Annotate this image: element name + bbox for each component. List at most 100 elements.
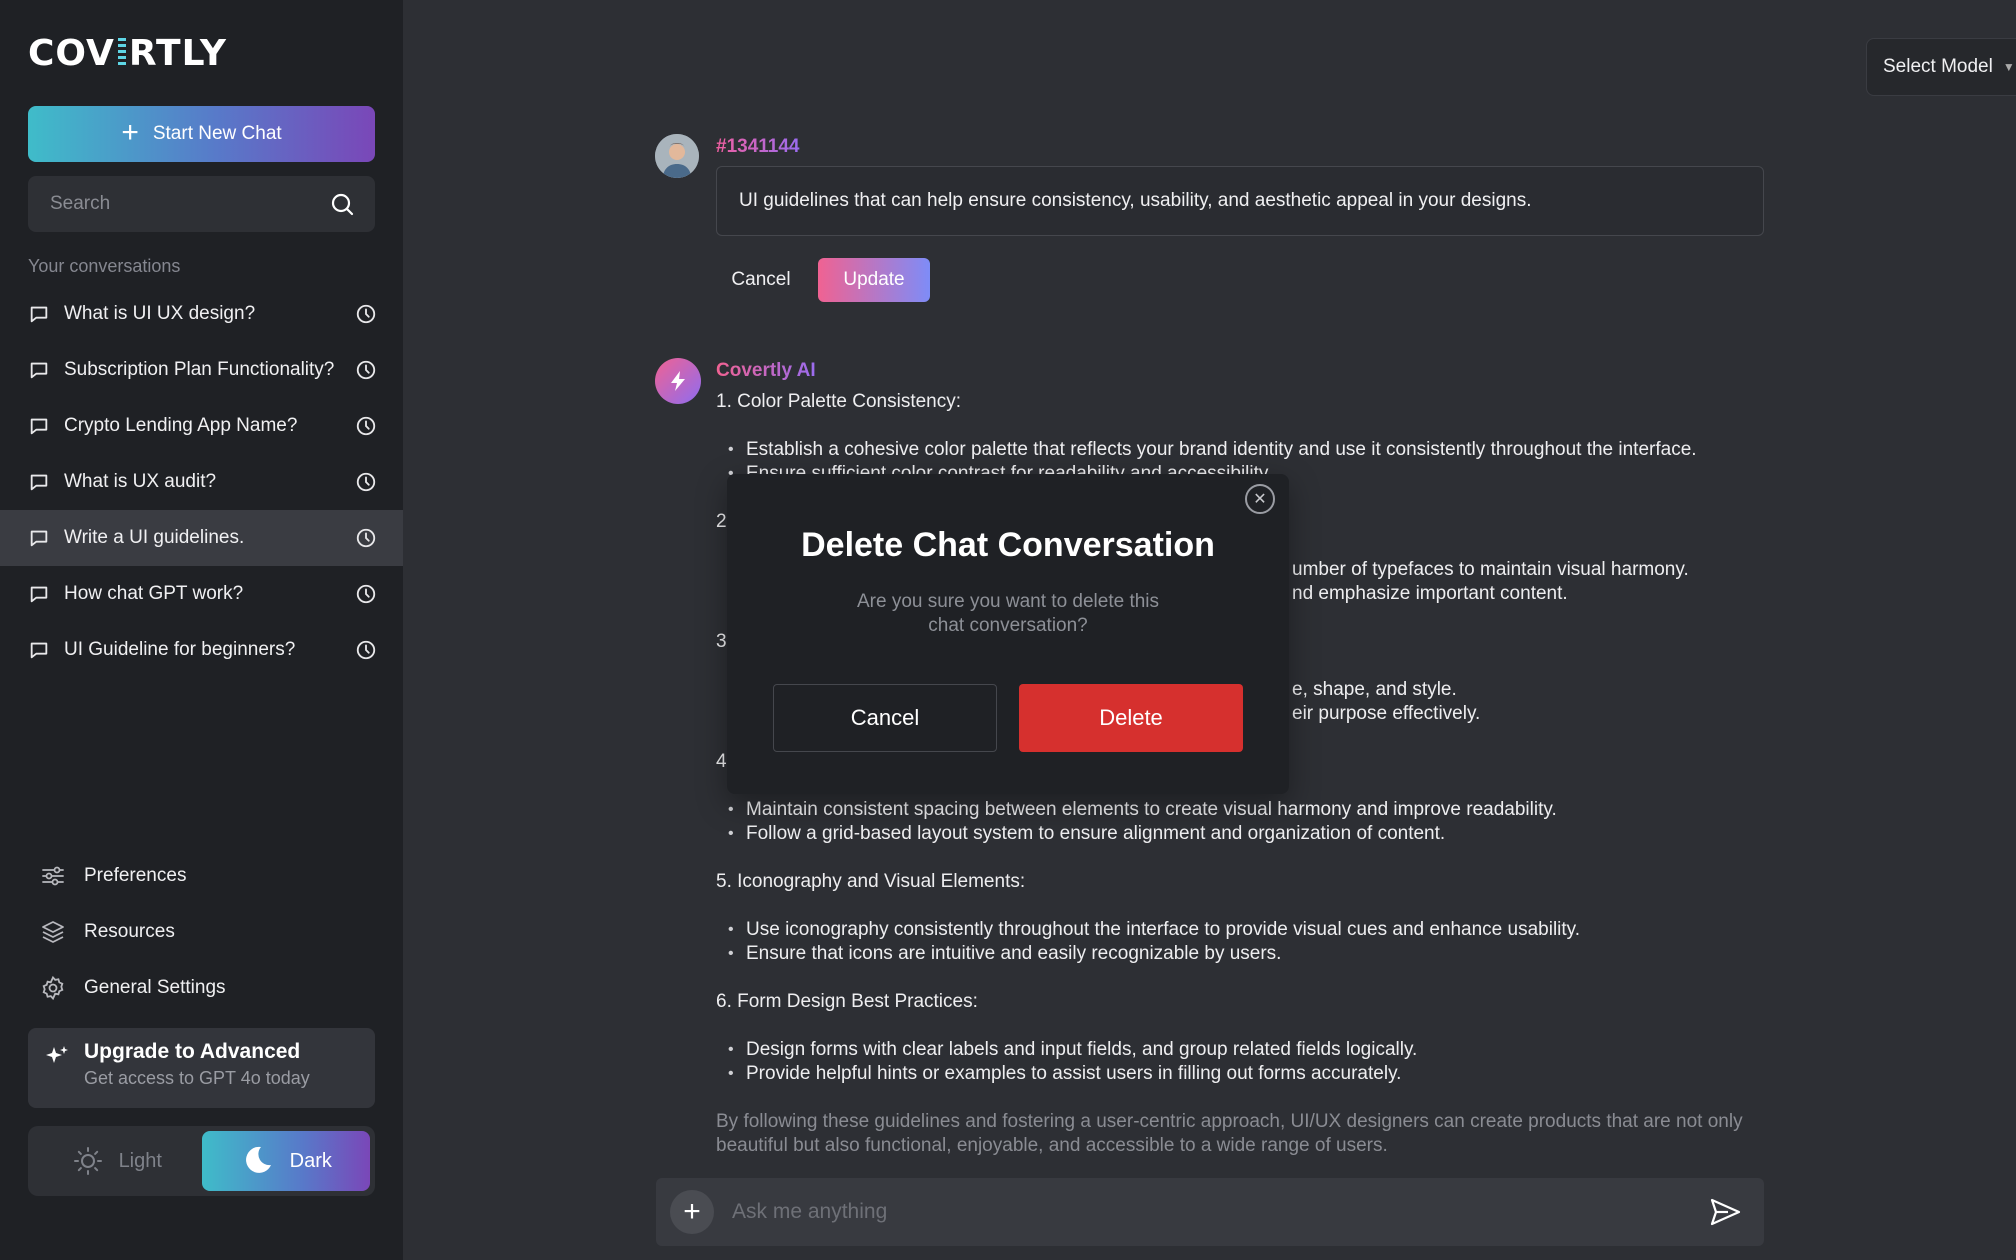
bullet-list: Design forms with clear labels and input… <box>716 1038 1766 1086</box>
upgrade-title: Upgrade to Advanced <box>84 1040 301 1063</box>
general-settings-link[interactable]: General Settings <box>40 960 380 1016</box>
chat-bubble-icon <box>30 586 48 603</box>
section-title: 1. Color Palette Consistency: <box>716 391 962 412</box>
resources-label: Resources <box>84 921 175 942</box>
conversation-item[interactable]: What is UI UX design? <box>0 286 403 342</box>
upgrade-text: Upgrade to Advanced Get access to GPT 4o… <box>84 1040 310 1108</box>
edit-update-button[interactable]: Update <box>818 258 930 302</box>
search-icon[interactable] <box>329 191 355 217</box>
layers-icon <box>42 921 64 943</box>
search-input[interactable] <box>50 193 329 215</box>
preferences-link[interactable]: Preferences <box>40 848 380 904</box>
sun-icon <box>73 1147 102 1175</box>
logo-glyph-icon <box>117 38 126 68</box>
edit-cancel-button[interactable]: Cancel <box>716 258 806 302</box>
chat-bubble-icon <box>30 418 48 435</box>
history-icon[interactable] <box>355 359 377 381</box>
chat-bubble-icon <box>30 362 48 379</box>
send-icon[interactable] <box>1708 1195 1742 1229</box>
bullet-item: Follow a grid-based layout system to ens… <box>728 822 1766 846</box>
logo-text-start: COV <box>28 32 115 74</box>
conversation-label: Crypto Lending App Name? <box>64 415 298 436</box>
conversation-label: Write a UI guidelines. <box>64 527 245 548</box>
logo-text-end: RTLY <box>128 32 227 74</box>
edit-message-input[interactable]: UI guidelines that can help ensure consi… <box>716 166 1764 236</box>
bullet-list: Maintain consistent spacing between elem… <box>716 798 1766 846</box>
upgrade-subtitle: Get access to GPT 4o today <box>84 1068 310 1088</box>
lightning-icon <box>671 371 685 391</box>
user-avatar-image <box>655 134 699 178</box>
conversation-label: How chat GPT work? <box>64 583 244 604</box>
bullet-item: Ensure that icons are intuitive and easi… <box>728 942 1766 966</box>
history-icon[interactable] <box>355 415 377 437</box>
response-section: 6. Form Design Best Practices: Design fo… <box>716 990 1766 1086</box>
history-icon[interactable] <box>355 583 377 605</box>
message-input[interactable] <box>732 1200 1708 1224</box>
history-icon[interactable] <box>355 471 377 493</box>
bullet-list: Use iconography consistently throughout … <box>716 918 1766 966</box>
light-theme-option[interactable]: Light <box>33 1131 202 1191</box>
chat-bubble-icon <box>30 642 48 659</box>
dark-theme-option[interactable]: Dark <box>201 1131 370 1191</box>
response-conclusion: By following these guidelines and foster… <box>716 1111 1743 1156</box>
plus-icon: + <box>121 115 139 149</box>
user-id-label: #1341144 <box>716 136 800 157</box>
conversation-item-active[interactable]: Write a UI guidelines. <box>0 510 403 566</box>
delete-conversation-modal: ✕ Delete Chat Conversation Are you sure … <box>727 474 1289 794</box>
user-avatar <box>655 134 699 178</box>
close-icon[interactable]: ✕ <box>1245 484 1275 514</box>
preferences-label: Preferences <box>84 865 187 886</box>
conversation-item[interactable]: Crypto Lending App Name? <box>0 398 403 454</box>
conversation-item[interactable]: How chat GPT work? <box>0 566 403 622</box>
sliders-icon <box>42 866 64 886</box>
message-composer: + <box>656 1178 1764 1246</box>
response-section: 1. Color Palette Consistency: Establish … <box>716 390 1766 486</box>
conversation-list: What is UI UX design? Subscription Plan … <box>0 286 403 678</box>
light-theme-label: Light <box>118 1149 162 1172</box>
search-box <box>28 176 375 232</box>
history-icon[interactable] <box>355 303 377 325</box>
attach-plus-button[interactable]: + <box>670 1190 714 1234</box>
chat-bubble-icon <box>30 474 48 491</box>
select-model-label: Select Model <box>1883 56 1993 77</box>
conversation-item[interactable]: What is UX audit? <box>0 454 403 510</box>
edit-message-text: UI guidelines that can help ensure consi… <box>739 190 1532 211</box>
conversations-heading: Your conversations <box>28 256 181 276</box>
modal-cancel-button[interactable]: Cancel <box>773 684 997 752</box>
section-title: 6. Form Design Best Practices: <box>716 991 978 1012</box>
chevron-down-icon: ▼ <box>2002 60 2015 74</box>
sparkle-icon <box>46 1046 68 1063</box>
section-title: 5. Iconography and Visual Elements: <box>716 871 1026 892</box>
chat-bubble-icon <box>30 306 48 323</box>
sidebar: COV RTLY + Start New Chat Your conversati… <box>0 0 403 1260</box>
resources-link[interactable]: Resources <box>40 904 380 960</box>
start-new-chat-button[interactable]: + Start New Chat <box>28 106 375 162</box>
ai-name-label: Covertly AI <box>716 360 816 381</box>
modal-title: Delete Chat Conversation <box>801 526 1215 564</box>
start-new-chat-label: Start New Chat <box>152 123 282 144</box>
theme-toggle: Light Dark <box>28 1126 375 1196</box>
modal-delete-button[interactable]: Delete <box>1019 684 1243 752</box>
dark-theme-label: Dark <box>289 1149 332 1172</box>
select-model-dropdown[interactable]: Select Model ▼ <box>1866 38 2016 96</box>
history-icon[interactable] <box>355 639 377 661</box>
bullet-item: Establish a cohesive color palette that … <box>728 438 1766 462</box>
history-icon[interactable] <box>355 527 377 549</box>
conversation-item[interactable]: UI Guideline for beginners? <box>0 622 403 678</box>
gear-icon <box>42 975 64 1001</box>
bullet-item: Use iconography consistently throughout … <box>728 918 1766 942</box>
chat-bubble-icon <box>30 530 48 547</box>
moon-icon <box>245 1146 271 1173</box>
conversation-label: UI Guideline for beginners? <box>64 639 296 660</box>
general-settings-label: General Settings <box>84 977 226 998</box>
upgrade-card[interactable]: Upgrade to Advanced Get access to GPT 4o… <box>28 1028 375 1108</box>
bullet-item: Design forms with clear labels and input… <box>728 1038 1766 1062</box>
bullet-item: Provide helpful hints or examples to ass… <box>728 1062 1766 1086</box>
modal-message: Are you sure you want to delete this cha… <box>856 591 1160 636</box>
conversation-item[interactable]: Subscription Plan Functionality? <box>0 342 403 398</box>
response-section: 5. Iconography and Visual Elements: Use … <box>716 870 1766 966</box>
conversation-label: What is UX audit? <box>64 471 217 492</box>
conversation-label: Subscription Plan Functionality? <box>64 359 335 380</box>
ai-avatar <box>655 358 701 404</box>
bullet-item: Maintain consistent spacing between elem… <box>728 798 1766 822</box>
